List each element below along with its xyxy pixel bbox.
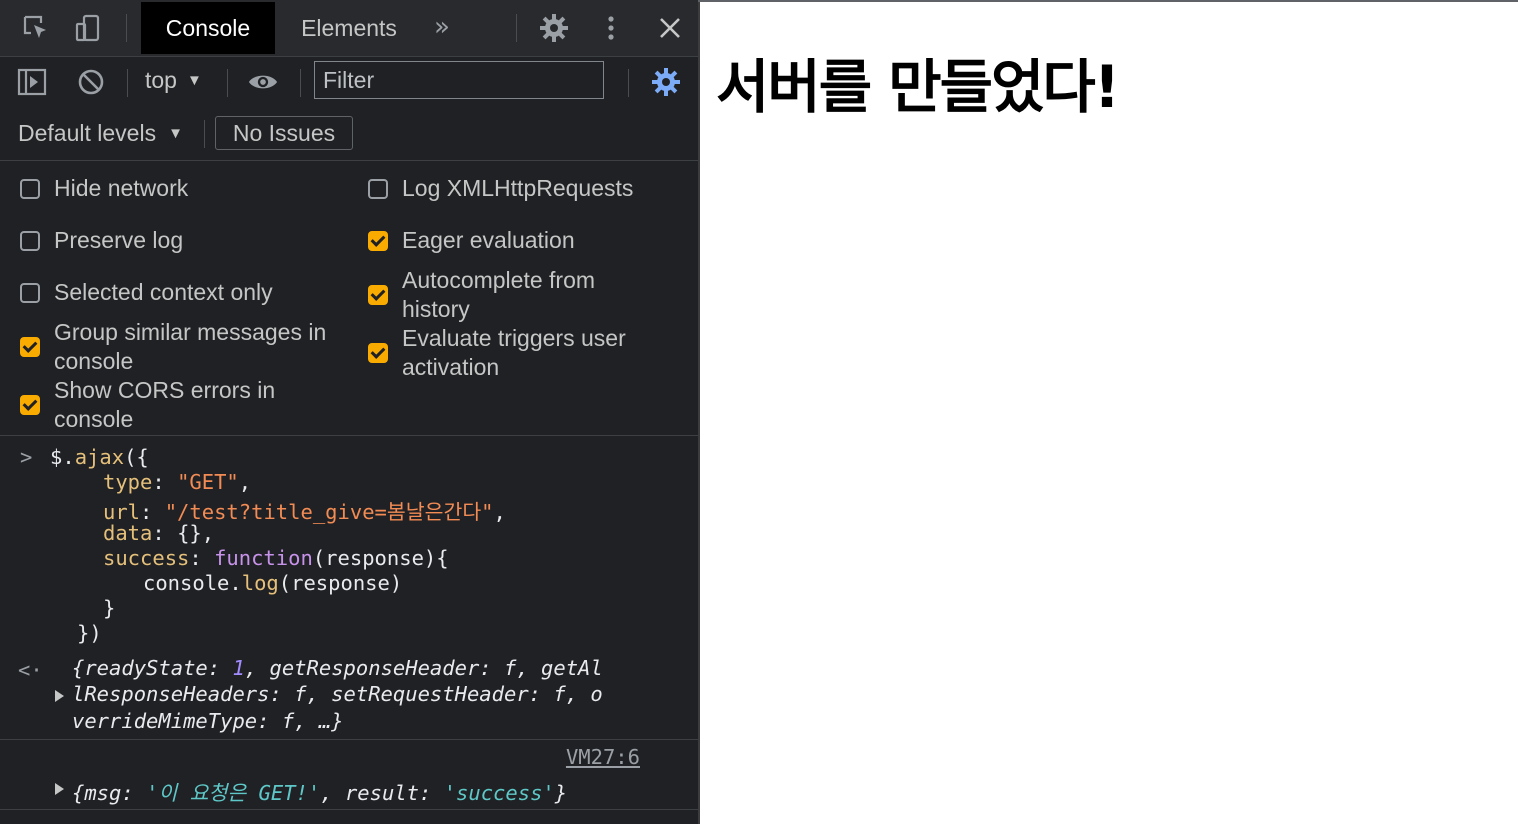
page-viewport: 서버를 만들었다! [700, 2, 1518, 824]
expand-triangle-icon[interactable] [55, 783, 64, 795]
console-message-divider [0, 739, 698, 740]
log-levels-label: Default levels [18, 120, 157, 146]
tab-elements[interactable]: Elements [283, 2, 415, 54]
settings-gear-icon[interactable] [538, 12, 570, 44]
console-message-divider [0, 809, 698, 810]
filter-input[interactable] [314, 61, 604, 99]
log-levels-dropdown[interactable]: Default levels ▼ [18, 120, 183, 147]
kebab-menu-icon[interactable] [595, 12, 627, 44]
toolbar-divider [300, 69, 301, 97]
return-value-arrow-icon: <· [18, 658, 43, 682]
context-selector[interactable]: top ▼ [145, 67, 202, 94]
setting-show-cors-errors[interactable]: Show CORS errors in console [20, 376, 310, 434]
log-source-link[interactable]: VM27:6 [566, 745, 640, 769]
close-icon[interactable] [654, 12, 686, 44]
tabbar-divider [126, 14, 127, 42]
code-line: }) [77, 621, 102, 645]
setting-group-similar[interactable]: Group similar messages in console [20, 318, 330, 376]
dropdown-caret-icon: ▼ [168, 125, 183, 142]
checkbox[interactable] [368, 178, 388, 199]
console-toolbar-secondary: Default levels ▼ No Issues [0, 110, 698, 161]
more-tabs-button[interactable]: » [434, 12, 450, 42]
log-output-line[interactable]: {msg: '이 요청은 GET!', result: 'success'} [72, 776, 567, 806]
console-output[interactable]: > $.ajax({ type: "GET", url: "/test?titl… [0, 436, 698, 824]
tabbar-divider [516, 14, 517, 42]
checkbox-checked[interactable] [368, 230, 388, 251]
return-value-line[interactable]: {readyState: 1, getResponseHeader: f, ge… [72, 656, 603, 680]
checkbox-checked[interactable] [368, 285, 388, 305]
sidebar-toggle-icon[interactable] [16, 66, 48, 98]
toolbar-divider [628, 69, 629, 97]
devtools-panel: Console Elements » top ▼ Filter Default … [0, 0, 700, 824]
tab-console[interactable]: Console [141, 2, 275, 54]
live-expression-eye-icon[interactable] [247, 66, 279, 98]
devtools-tabbar: Console Elements » [0, 0, 698, 57]
setting-log-xmlhttprequests[interactable]: Log XMLHttpRequests [368, 174, 633, 203]
code-line: console.log(response) [143, 571, 403, 595]
issues-button[interactable]: No Issues [215, 116, 353, 150]
code-line: data: {}, [103, 521, 215, 545]
console-settings-gear-icon[interactable] [650, 66, 682, 98]
inspect-element-icon[interactable] [20, 12, 52, 44]
setting-preserve-log[interactable]: Preserve log [20, 226, 183, 255]
toolbar-divider [204, 120, 205, 148]
input-prompt-icon: > [20, 445, 33, 469]
setting-autocomplete-history[interactable]: Autocomplete from history [368, 266, 628, 324]
checkbox-checked[interactable] [20, 337, 40, 357]
checkbox[interactable] [20, 230, 40, 251]
clear-console-icon[interactable] [75, 66, 107, 98]
code-line: } [103, 596, 116, 620]
context-label: top [145, 67, 177, 93]
code-line: success: function(response){ [103, 546, 449, 570]
setting-hide-network[interactable]: Hide network [20, 174, 188, 203]
checkbox-checked[interactable] [368, 343, 388, 363]
dropdown-caret-icon: ▼ [186, 72, 202, 89]
checkbox[interactable] [20, 282, 40, 303]
toolbar-divider [127, 69, 128, 97]
return-value-line[interactable]: verrideMimeType: f, …} [72, 709, 344, 733]
page-heading: 서버를 만들었다! [716, 53, 1120, 121]
code-line: $.ajax({ [50, 445, 149, 469]
setting-selected-context-only[interactable]: Selected context only [20, 278, 273, 307]
checkbox-checked[interactable] [20, 395, 40, 415]
console-settings-pane: Hide network Preserve log Selected conte… [0, 161, 698, 436]
expand-triangle-icon[interactable] [55, 690, 64, 702]
console-toolbar: top ▼ [0, 57, 698, 109]
return-value-line[interactable]: lResponseHeaders: f, setRequestHeader: f… [72, 682, 603, 706]
setting-evaluate-triggers[interactable]: Evaluate triggers user activation [368, 324, 658, 382]
checkbox[interactable] [20, 178, 40, 199]
device-toolbar-icon[interactable] [72, 12, 104, 44]
toolbar-divider [227, 69, 228, 97]
code-line: type: "GET", [103, 470, 252, 494]
setting-eager-evaluation[interactable]: Eager evaluation [368, 226, 575, 255]
